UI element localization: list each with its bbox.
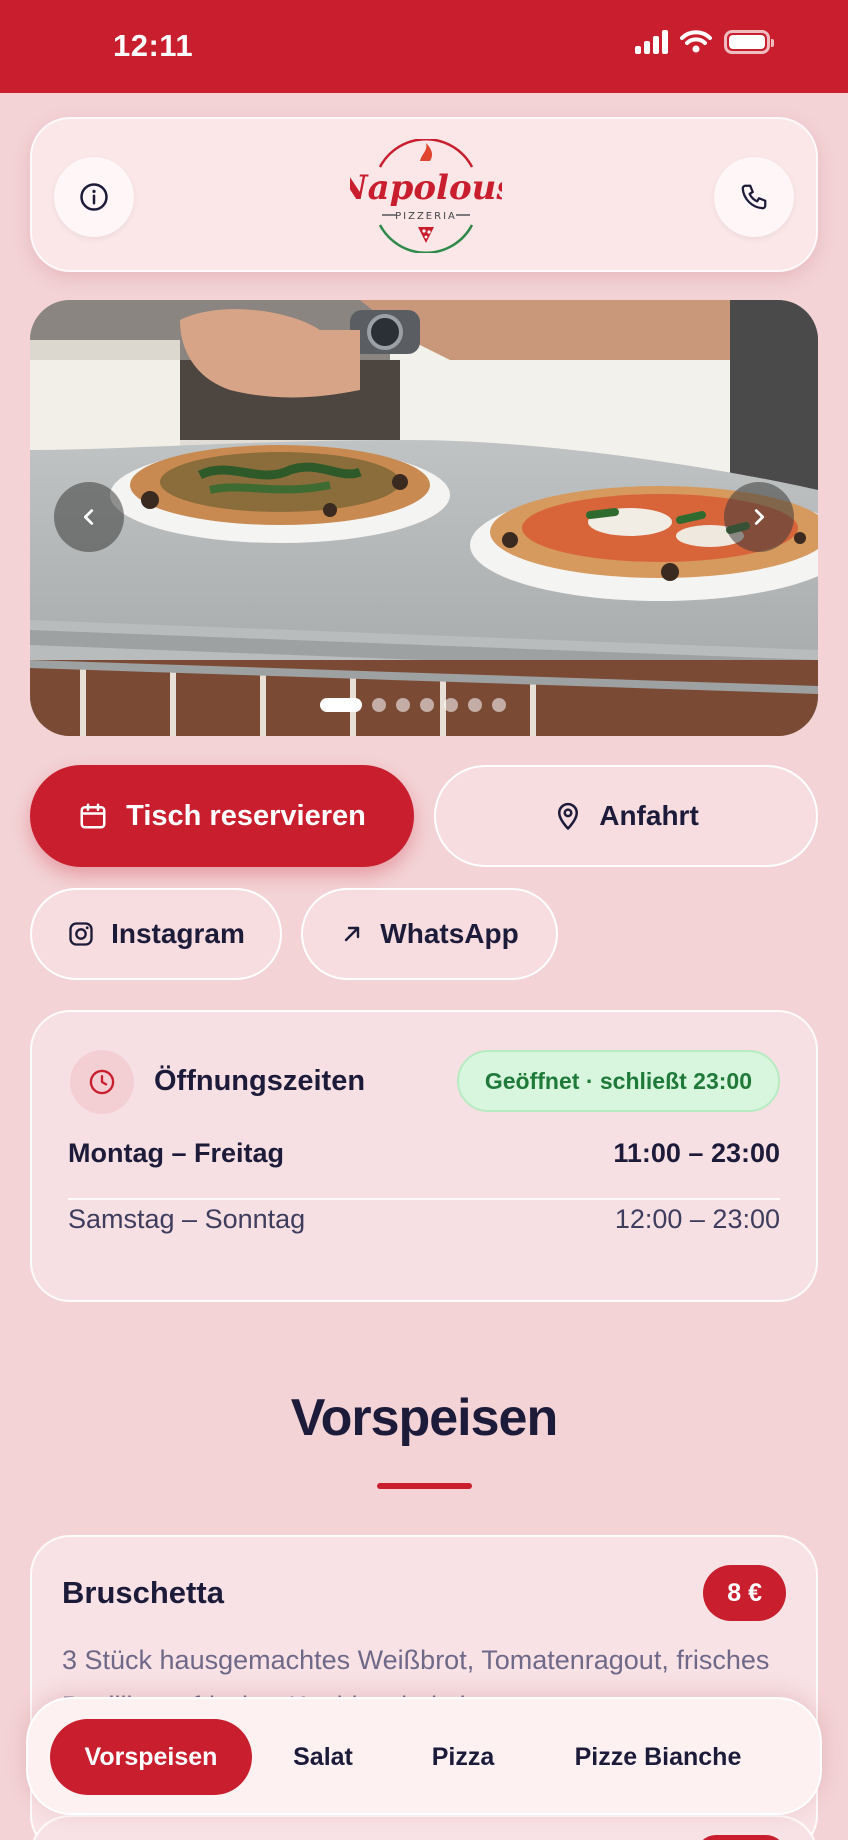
carousel-dot[interactable] [420,698,434,712]
directions-label: Anfahrt [599,800,699,831]
carousel-dot[interactable] [372,698,386,712]
price-badge: 8 € [703,1565,786,1621]
calendar-icon [80,803,106,829]
instagram-label: Instagram [111,918,245,949]
section-underline [377,1483,472,1489]
logo-text: Napolous [350,168,502,208]
carousel-image [30,300,818,736]
map-pin-icon [558,802,579,830]
chevron-right-icon [754,509,765,525]
wifi-icon [680,30,712,53]
brand-logo: Napolous PIZZERIA [350,139,502,253]
header-card: Napolous PIZZERIA [30,117,818,272]
section-title: Vorspeisen [290,1389,558,1447]
status-time: 12:11 [113,28,194,63]
carousel-next-button[interactable] [724,482,794,552]
directions-button[interactable]: Anfahrt [434,765,818,867]
battery-icon [724,30,774,54]
photo-carousel[interactable] [30,300,818,736]
info-icon [80,183,108,211]
hours-time: 11:00 – 23:00 [613,1138,780,1168]
hours-divider [68,1198,780,1200]
instagram-icon [69,922,93,946]
whatsapp-button[interactable]: WhatsApp [301,888,558,980]
instagram-button[interactable]: Instagram [30,888,282,980]
signal-icon [635,30,668,54]
reserve-table-label: Tisch reservieren [126,799,366,832]
hours-days: Montag – Freitag [68,1138,285,1168]
menu-item-card[interactable] [30,1815,818,1840]
hours-days: Samstag – Sonntag [68,1204,306,1234]
menu-item-name: Bruschetta [62,1575,224,1610]
chevron-left-icon [83,509,94,525]
whatsapp-label: WhatsApp [380,918,519,949]
carousel-dot[interactable] [320,698,362,712]
clock-icon [89,1069,115,1095]
price-badge [696,1835,786,1840]
carousel-dots [320,698,506,712]
opening-hours-title: Öffnungszeiten [154,1065,366,1097]
logo-subtitle: PIZZERIA [395,211,457,222]
hours-time: 12:00 – 23:00 [614,1204,780,1234]
external-arrow-icon [345,926,360,942]
category-tab-pizza[interactable]: Pizza [408,1719,518,1795]
category-tab-pizze-bianche[interactable]: Pizze Bianche [548,1719,768,1795]
hours-row: Samstag – Sonntag 12:00 – 23:00 [68,1204,780,1235]
category-tab-salat[interactable]: Salat [278,1719,368,1795]
carousel-prev-button[interactable] [54,482,124,552]
carousel-dot[interactable] [444,698,458,712]
open-status-badge: Geöffnet · schließt 23:00 [456,1050,780,1112]
category-tab-vorspeisen[interactable]: Vorspeisen [50,1719,252,1795]
carousel-dot[interactable] [468,698,482,712]
status-bar: 12:11 [0,0,848,93]
clock-icon-wrap [70,1050,134,1114]
call-button[interactable] [714,157,794,237]
info-button[interactable] [54,157,134,237]
carousel-dot[interactable] [492,698,506,712]
category-nav: Vorspeisen Salat Pizza Pizze Bianche [26,1697,822,1815]
carousel-dot[interactable] [396,698,410,712]
hours-row: Montag – Freitag 11:00 – 23:00 [68,1138,780,1169]
reserve-table-button[interactable]: Tisch reservieren [30,765,414,867]
phone-icon [741,184,767,210]
status-icons [635,30,774,54]
